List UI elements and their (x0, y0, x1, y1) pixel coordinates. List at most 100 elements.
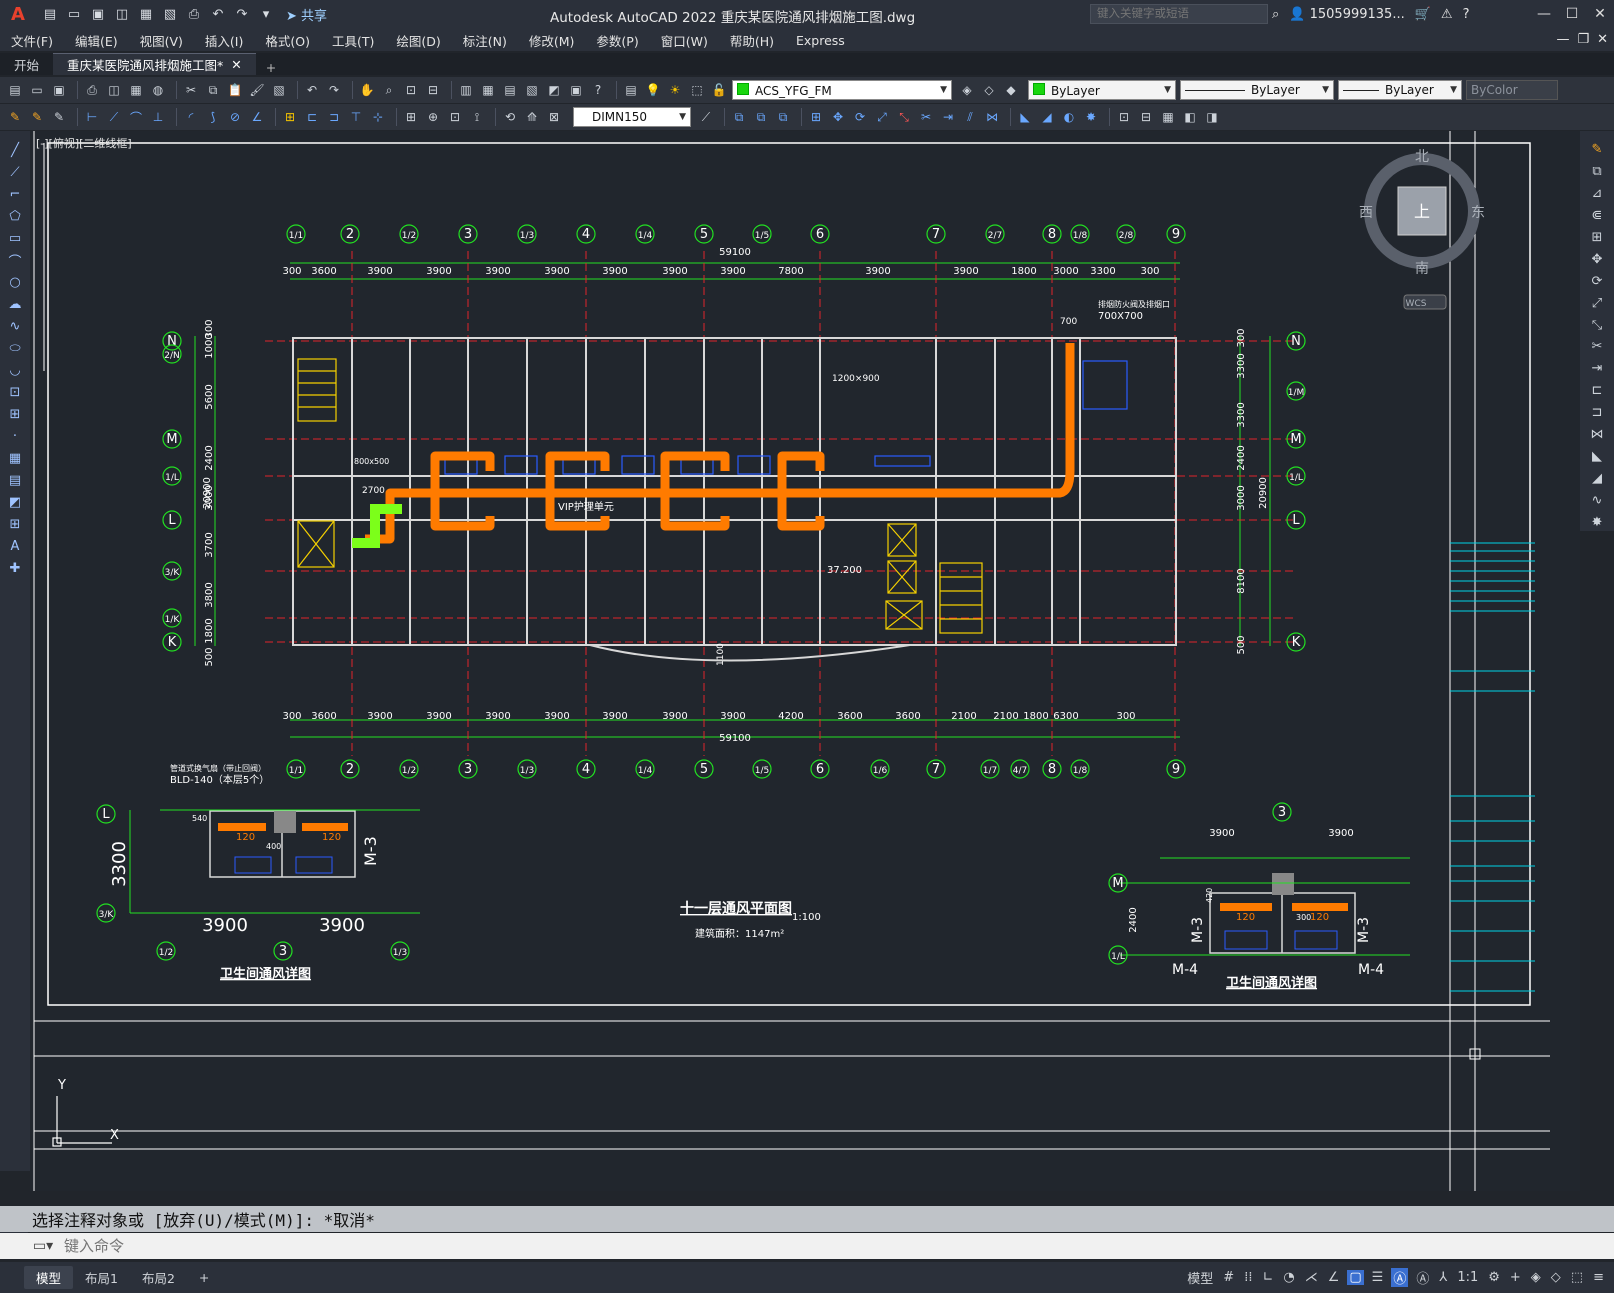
layer-properties-icon[interactable]: ▤ (622, 81, 640, 99)
point-icon[interactable]: · (6, 427, 24, 445)
rectangle-icon[interactable]: ▭ (6, 229, 24, 247)
plot-icon[interactable]: ⎙ (184, 5, 204, 25)
viewcube-wcs[interactable]: WCS (1406, 299, 1427, 309)
copy-obj-icon[interactable]: ⧉ (730, 108, 748, 126)
menu-tools[interactable]: 工具(T) (321, 31, 385, 50)
mirror-icon[interactable]: ⊿ (1588, 185, 1606, 203)
continue-dim-icon[interactable]: ⊐ (325, 108, 343, 126)
radius-dim-icon[interactable]: ◜ (182, 108, 200, 126)
viewcube-east[interactable]: 东 (1471, 205, 1485, 221)
close-icon[interactable]: ✕ (1586, 0, 1614, 29)
viewcube[interactable] (1364, 153, 1480, 310)
text-edit-icon[interactable]: ✎ (6, 108, 24, 126)
markup-icon[interactable]: ◩ (545, 81, 563, 99)
share-button[interactable]: ➤ 共享 (286, 5, 327, 24)
tab-drawing[interactable]: 重庆某医院通风排烟施工图* ✕ (53, 53, 256, 75)
inspect-icon[interactable]: ⊡ (446, 108, 464, 126)
dim-text-edit-icon[interactable]: ⟰ (523, 108, 541, 126)
make-current-layer-icon[interactable]: ◈ (958, 81, 976, 99)
offset-icon[interactable]: ⧉ (774, 108, 792, 126)
drawing-canvas[interactable]: 1/1 2 1/2 3 1/3 4 1/4 5 1/5 6 7 2/7 8 1/8 2/8 9 1/1 2 1/2… (30, 131, 1580, 1191)
linear-dim-icon[interactable]: ⊢ (83, 108, 101, 126)
layer-previous-icon[interactable]: ◇ (980, 81, 998, 99)
rotate-icon[interactable]: ⟳ (1588, 272, 1606, 290)
redo-icon[interactable]: ↷ (232, 5, 252, 25)
annotation-visibility-icon[interactable]: Ⓐ (1391, 1268, 1409, 1287)
undo-icon[interactable]: ↶ (208, 5, 228, 25)
menu-window[interactable]: 窗口(W) (650, 31, 719, 50)
line-icon[interactable]: ╱ (6, 141, 24, 159)
hardware-accel-icon[interactable]: ◇ (1549, 1270, 1563, 1285)
layer-freeze-vp-icon[interactable]: ⬚ (688, 81, 706, 99)
array-icon[interactable]: ⊞ (1588, 229, 1606, 247)
zoom-window-icon[interactable]: ⊡ (402, 81, 420, 99)
tab-start[interactable]: 开始 (0, 53, 53, 75)
table-icon[interactable]: ◨ (1203, 108, 1221, 126)
scale-icon[interactable]: ⤢ (873, 108, 891, 126)
fillet-icon[interactable]: ◢ (1588, 469, 1606, 487)
add-selected-icon[interactable]: ✚ (6, 559, 24, 577)
layer-on-icon[interactable]: 💡 (644, 81, 662, 99)
move-icon[interactable]: ✥ (1588, 250, 1606, 268)
trim-icon[interactable]: ✂ (917, 108, 935, 126)
revcloud-icon[interactable]: ☁ (6, 295, 24, 313)
customize-qat-icon[interactable]: ▾ (256, 5, 276, 25)
ellipse-arc-icon[interactable]: ◡ (6, 361, 24, 379)
match-prop-icon[interactable]: 🖌 (248, 81, 266, 99)
minimize-icon[interactable]: — (1530, 0, 1558, 29)
gradient-icon[interactable]: ▤ (6, 471, 24, 489)
help-icon[interactable]: ? (589, 81, 607, 99)
help-icon[interactable]: ? (1463, 7, 1470, 22)
annotation-scale-value[interactable]: 1:1 (1455, 1270, 1480, 1285)
annotation-scale-icon[interactable]: ⅄ (1437, 1270, 1449, 1285)
explode-icon[interactable]: ✸ (1082, 108, 1100, 126)
search-input[interactable] (1090, 4, 1268, 24)
layer-thaw-icon[interactable]: ☀ (666, 81, 684, 99)
redo-icon[interactable]: ↷ (325, 81, 343, 99)
circle-icon[interactable]: ○ (6, 273, 24, 291)
find-icon[interactable]: ✎ (50, 108, 68, 126)
ordinate-dim-icon[interactable]: ⊥ (149, 108, 167, 126)
plus-icon[interactable]: + (1508, 1270, 1523, 1285)
paste-icon[interactable]: 📋 (226, 81, 244, 99)
3d-print-icon[interactable]: ◍ (149, 81, 167, 99)
offset-icon[interactable]: ⋐ (1588, 207, 1606, 225)
open-web-icon[interactable]: ▦ (136, 5, 156, 25)
layout-tab-1[interactable]: 布局1 (73, 1266, 130, 1289)
viewcube-south[interactable]: 南 (1415, 261, 1429, 277)
cut-icon[interactable]: ✂ (182, 81, 200, 99)
diameter-dim-icon[interactable]: ⊘ (226, 108, 244, 126)
arc-length-icon[interactable]: ⌒ (127, 108, 145, 126)
hatch-icon[interactable]: ▦ (1159, 108, 1177, 126)
tool-palettes-icon[interactable]: ▤ (501, 81, 519, 99)
construction-line-icon[interactable]: ⟋ (6, 163, 24, 181)
lineweight-dropdown[interactable]: ByLayer ▼ (1338, 80, 1462, 100)
jogged-linear-icon[interactable]: ⟟ (468, 108, 486, 126)
plot-icon[interactable]: ⎙ (83, 81, 101, 99)
grid-icon[interactable]: # (1221, 1270, 1236, 1285)
calculator-icon[interactable]: ▣ (567, 81, 585, 99)
menu-dimension[interactable]: 标注(N) (452, 31, 518, 50)
join-icon[interactable]: ⋈ (983, 108, 1001, 126)
doc-close-icon[interactable]: ✕ (1597, 32, 1608, 47)
insert-block-icon[interactable]: ⊡ (6, 383, 24, 401)
doc-minimize-icon[interactable]: — (1556, 32, 1569, 47)
rotate-icon[interactable]: ⟳ (851, 108, 869, 126)
chamfer-icon[interactable]: ◣ (1588, 447, 1606, 465)
save-icon[interactable]: ▣ (88, 5, 108, 25)
angular-dim-icon[interactable]: ∠ (248, 108, 266, 126)
insert-block-icon[interactable]: ⊡ (1115, 108, 1133, 126)
user-account[interactable]: 👤 1505999135... (1289, 7, 1404, 22)
dim-break-icon[interactable]: ⊹ (369, 108, 387, 126)
isolate-icon[interactable]: ◈ (1529, 1270, 1543, 1285)
blend-icon[interactable]: ◐ (1060, 108, 1078, 126)
cart-icon[interactable]: 🛒 (1415, 7, 1431, 22)
menu-parametric[interactable]: 参数(P) (585, 31, 649, 50)
make-block-icon[interactable]: ⊞ (6, 405, 24, 423)
break-icon[interactable]: ⫽ (961, 108, 979, 126)
linetype-dropdown[interactable]: ByLayer ▼ (1180, 80, 1334, 100)
color-dropdown[interactable]: ByLayer ▼ (1028, 80, 1176, 100)
open-icon[interactable]: ▭ (28, 81, 46, 99)
trim-icon[interactable]: ✂ (1588, 338, 1606, 356)
copy-icon[interactable]: ⧉ (1588, 163, 1606, 181)
